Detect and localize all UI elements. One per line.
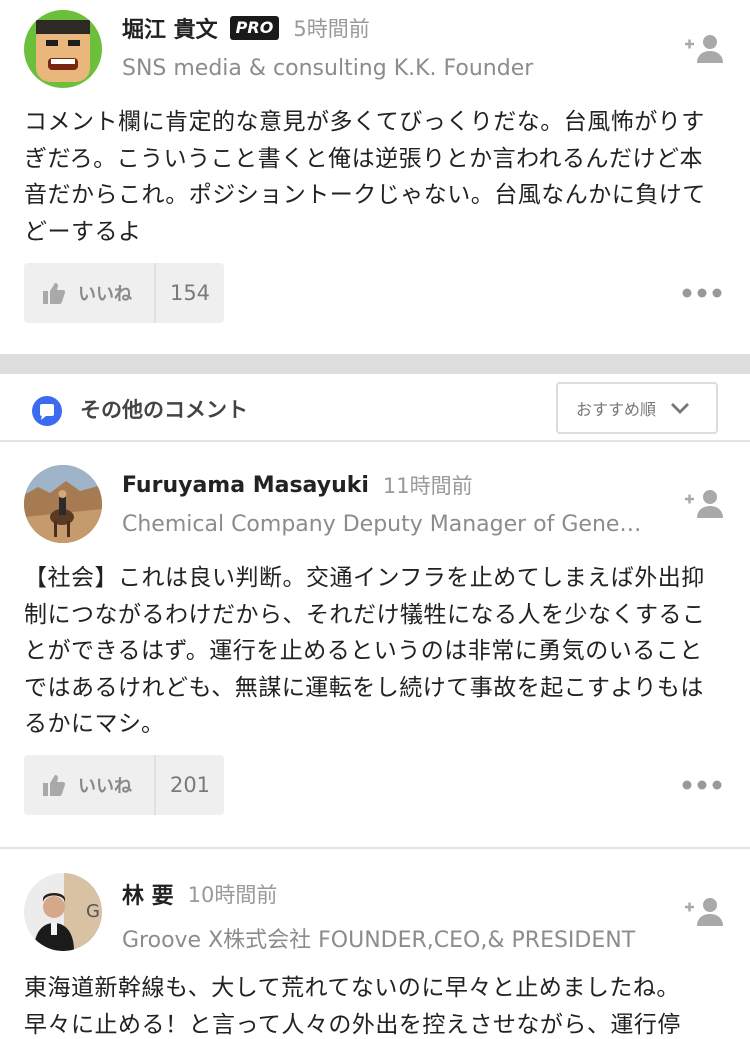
section-separator — [0, 354, 750, 374]
section-header: その他のコメント おすすめ順 — [0, 374, 750, 442]
thumbs-up-icon — [43, 775, 66, 796]
author-name[interactable]: 林 要 — [122, 878, 174, 910]
author-affiliation: Groove X株式会社 FOUNDER,CEO,& PRESIDENT — [122, 928, 636, 953]
comment-meta: 堀江 貴文 PRO 5時間前 SNS media & consulting K.… — [122, 12, 652, 81]
svg-text:G: G — [86, 901, 100, 922]
comment-body: 【社会】これは良い判断。交通インフラを止めてしまえば外出抑制につながるわけだから… — [24, 565, 706, 737]
comment-meta: 林 要 10時間前 Groove X株式会社 FOUNDER,CEO,& PRE… — [122, 878, 652, 954]
comment-body: コメント欄に肯定的な意見が多くてびっくりだな。台風怖がりすぎだろ。こういうこと書… — [24, 109, 706, 245]
like-group: いいね 154 — [24, 263, 224, 323]
add-user-icon[interactable] — [682, 33, 724, 65]
like-label: いいね — [78, 284, 132, 305]
post-time: 11時間前 — [382, 474, 473, 498]
author-affiliation: SNS media & consulting K.K. Founder — [122, 56, 534, 81]
comment-divider — [0, 847, 750, 849]
avatar[interactable]: G — [24, 873, 102, 951]
more-dots-icon[interactable] — [682, 780, 722, 790]
add-user-icon[interactable] — [682, 896, 724, 928]
like-count: 201 — [156, 755, 224, 815]
avatar[interactable] — [24, 465, 102, 543]
chevron-down-icon — [671, 403, 690, 414]
avatar[interactable] — [24, 10, 102, 88]
author-name[interactable]: 堀江 貴文 — [122, 12, 218, 44]
like-count: 154 — [156, 263, 224, 323]
author-affiliation: Chemical Company Deputy Manager of Gene… — [122, 512, 642, 537]
add-user-icon[interactable] — [682, 488, 724, 520]
comment-bubble-icon — [32, 396, 62, 426]
comment-body: 東海道新幹線も、大して荒れてないのに早々と止めましたね。早々に止める！と言って人… — [24, 975, 681, 1038]
pro-badge: PRO — [229, 16, 280, 40]
like-label: いいね — [78, 776, 132, 797]
like-button[interactable]: いいね — [24, 263, 156, 323]
post-time: 5時間前 — [293, 17, 370, 41]
sort-label: おすすめ順 — [576, 400, 657, 419]
more-dots-icon[interactable] — [682, 288, 722, 298]
sort-dropdown[interactable]: おすすめ順 — [556, 382, 718, 434]
author-name[interactable]: Furuyama Masayuki — [122, 473, 369, 498]
like-group: いいね 201 — [24, 755, 224, 815]
comment-meta: Furuyama Masayuki 11時間前 Chemical Company… — [122, 470, 652, 538]
like-button[interactable]: いいね — [24, 755, 156, 815]
thumbs-up-icon — [43, 283, 66, 304]
section-title: その他のコメント — [80, 398, 248, 422]
post-time: 10時間前 — [187, 883, 278, 907]
